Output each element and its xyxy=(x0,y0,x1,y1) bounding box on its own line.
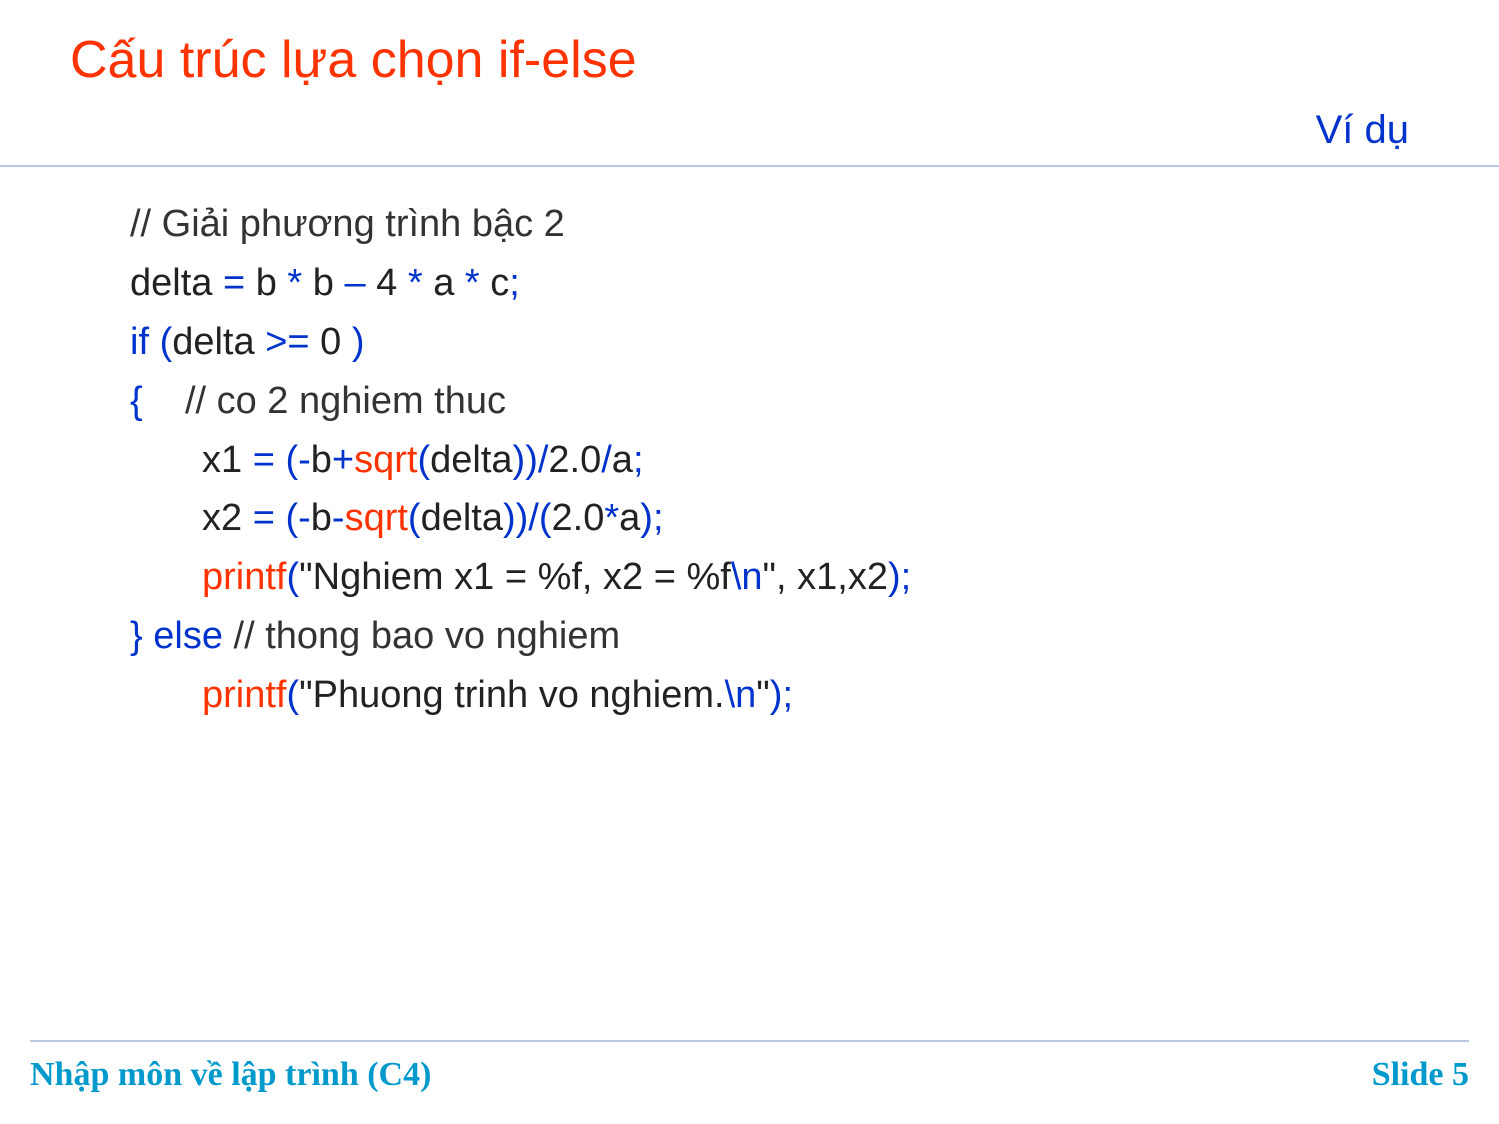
comment: // Giải phương trình bậc 2 xyxy=(130,203,565,245)
slide-subtitle: Ví dụ xyxy=(70,108,1429,153)
footer-right: Slide 5 xyxy=(1372,1056,1469,1094)
code-line-9: printf("Phuong trinh vo nghiem.\n"); xyxy=(130,666,1429,725)
code-line-8: } else // thong bao vo nghiem xyxy=(130,607,1429,666)
footer: Nhập môn về lập trình (C4) Slide 5 xyxy=(0,1040,1499,1094)
code-line-4: { // co 2 nghiem thuc xyxy=(130,372,1429,431)
divider-bottom xyxy=(30,1040,1469,1042)
code-block: // Giải phương trình bậc 2 delta = b * b… xyxy=(130,195,1429,725)
code-line-2: delta = b * b – 4 * a * c; xyxy=(130,254,1429,313)
code-line-7: printf("Nghiem x1 = %f, x2 = %f\n", x1,x… xyxy=(130,548,1429,607)
slide: Cấu trúc lựa chọn if-else Ví dụ // Giải … xyxy=(0,0,1499,1124)
code-line-3: if (delta >= 0 ) xyxy=(130,313,1429,372)
footer-left: Nhập môn về lập trình (C4) xyxy=(30,1056,431,1094)
code-line-1: // Giải phương trình bậc 2 xyxy=(130,195,1429,254)
slide-title: Cấu trúc lựa chọn if-else xyxy=(70,30,1429,90)
divider-top xyxy=(0,165,1499,167)
footer-row: Nhập môn về lập trình (C4) Slide 5 xyxy=(30,1056,1469,1094)
code-line-6: x2 = (-b-sqrt(delta))/(2.0*a); xyxy=(130,489,1429,548)
code-line-5: x1 = (-b+sqrt(delta))/2.0/a; xyxy=(130,431,1429,490)
